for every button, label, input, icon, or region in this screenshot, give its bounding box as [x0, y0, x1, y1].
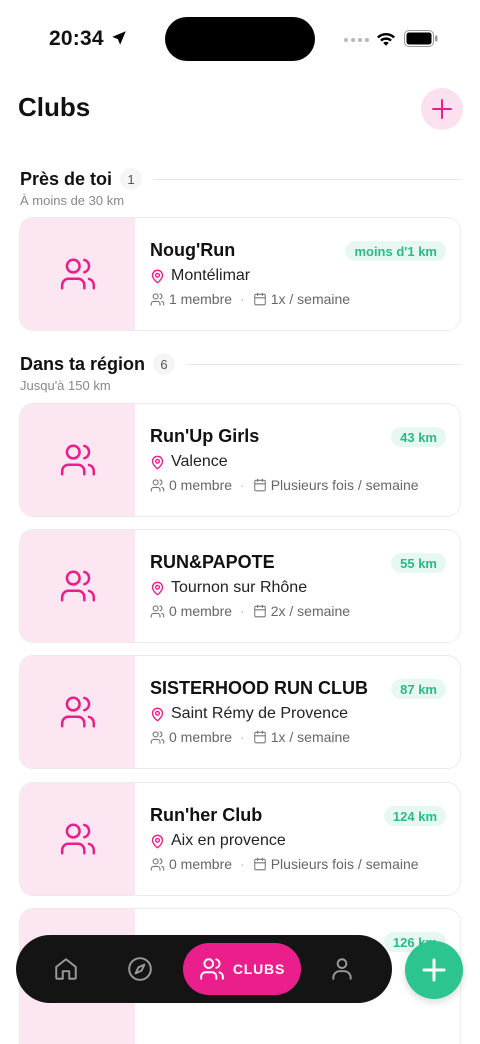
map-pin-icon: [151, 707, 164, 721]
compass-icon: [128, 957, 152, 981]
member-count: 0 membre: [169, 477, 233, 493]
users-icon: [60, 258, 95, 290]
meta-separator: ·: [240, 603, 245, 619]
club-thumbnail: [20, 656, 135, 768]
nav-home[interactable]: [46, 949, 86, 989]
users-icon: [60, 823, 95, 855]
section-region: Dans ta région 6 Jusqu'à 150 km: [20, 352, 460, 393]
bottom-nav: CLUBS: [16, 935, 392, 1003]
member-count: 0 membre: [169, 603, 233, 619]
users-icon: [60, 570, 95, 602]
section-count: 6: [153, 353, 176, 375]
users-icon: [60, 444, 95, 476]
status-time: 20:34: [49, 27, 104, 50]
member-count: 0 membre: [169, 729, 233, 745]
frequency: Plusieurs fois / semaine: [270, 477, 419, 493]
club-city: Tournon sur Rhône: [171, 579, 308, 596]
home-icon: [55, 958, 77, 980]
club-thumbnail: [20, 783, 135, 895]
section-divider: [154, 178, 460, 180]
club-card[interactable]: SISTERHOOD RUN CLUB 87 km Saint Rémy de …: [19, 655, 461, 769]
add-club-button[interactable]: [421, 88, 463, 130]
users-icon: [150, 292, 165, 306]
club-thumbnail: [20, 404, 135, 516]
nav-clubs[interactable]: CLUBS: [183, 943, 301, 995]
frequency: 1x / semaine: [270, 291, 351, 307]
users-icon: [150, 478, 165, 492]
club-thumbnail: [20, 530, 135, 642]
map-pin-icon: [151, 455, 164, 469]
map-pin-icon: [151, 834, 164, 848]
section-count: 1: [120, 168, 143, 190]
section-title: Dans ta région: [20, 353, 146, 374]
plus-icon: [422, 958, 446, 982]
club-thumbnail: [20, 218, 135, 330]
location-arrow-icon: [112, 31, 126, 45]
section-subtitle: À moins de 30 km: [20, 193, 125, 208]
distance-badge: 43 km: [391, 427, 446, 447]
create-fab-button[interactable]: [405, 941, 463, 999]
users-icon: [150, 857, 165, 871]
profile-icon: [332, 958, 352, 980]
calendar-icon: [253, 604, 266, 618]
meta-separator: ·: [240, 729, 245, 745]
wifi-icon: [377, 32, 395, 46]
dynamic-island: [165, 17, 315, 61]
club-card[interactable]: Noug'Run moins d'1 km Montélimar 1 membr…: [19, 217, 461, 331]
frequency: 1x / semaine: [270, 729, 351, 745]
distance-badge: 124 km: [383, 806, 446, 826]
meta-separator: ·: [240, 856, 245, 872]
calendar-icon: [253, 730, 266, 744]
calendar-icon: [253, 292, 266, 306]
club-card[interactable]: Run'Up Girls 43 km Valence 0 membre · Pl…: [19, 403, 461, 517]
page-title: Clubs: [18, 92, 91, 122]
meta-separator: ·: [240, 477, 245, 493]
users-icon: [200, 958, 224, 980]
section-title: Près de toi: [20, 168, 113, 189]
frequency: 2x / semaine: [270, 603, 351, 619]
nav-explore[interactable]: [120, 949, 160, 989]
section-nearby: Près de toi 1 À moins de 30 km: [20, 167, 460, 208]
distance-badge: 87 km: [391, 679, 446, 699]
calendar-icon: [253, 857, 266, 871]
map-pin-icon: [151, 581, 164, 595]
users-icon: [150, 730, 165, 744]
calendar-icon: [253, 478, 266, 492]
signal-icon: [344, 38, 369, 42]
meta-separator: ·: [240, 291, 245, 307]
club-city: Valence: [171, 453, 228, 470]
plus-icon: [432, 99, 452, 119]
club-city: Montélimar: [171, 267, 251, 284]
distance-badge: 55 km: [391, 553, 446, 573]
club-city: Aix en provence: [171, 832, 286, 849]
club-city: Saint Rémy de Provence: [171, 705, 348, 722]
battery-icon: [404, 30, 438, 47]
map-pin-icon: [151, 269, 164, 283]
member-count: 1 membre: [169, 291, 233, 307]
users-icon: [60, 696, 95, 728]
users-icon: [150, 604, 165, 618]
club-card[interactable]: RUN&PAPOTE 55 km Tournon sur Rhône 0 mem…: [19, 529, 461, 643]
section-subtitle: Jusqu'à 150 km: [20, 378, 111, 393]
frequency: Plusieurs fois / semaine: [270, 856, 419, 872]
nav-profile[interactable]: [322, 949, 362, 989]
section-divider: [187, 363, 460, 365]
distance-badge: moins d'1 km: [345, 241, 446, 261]
club-card[interactable]: Run'her Club 124 km Aix en provence 0 me…: [19, 782, 461, 896]
member-count: 0 membre: [169, 856, 233, 872]
status-bar: 20:34: [0, 0, 480, 70]
nav-clubs-label: CLUBS: [232, 961, 286, 977]
